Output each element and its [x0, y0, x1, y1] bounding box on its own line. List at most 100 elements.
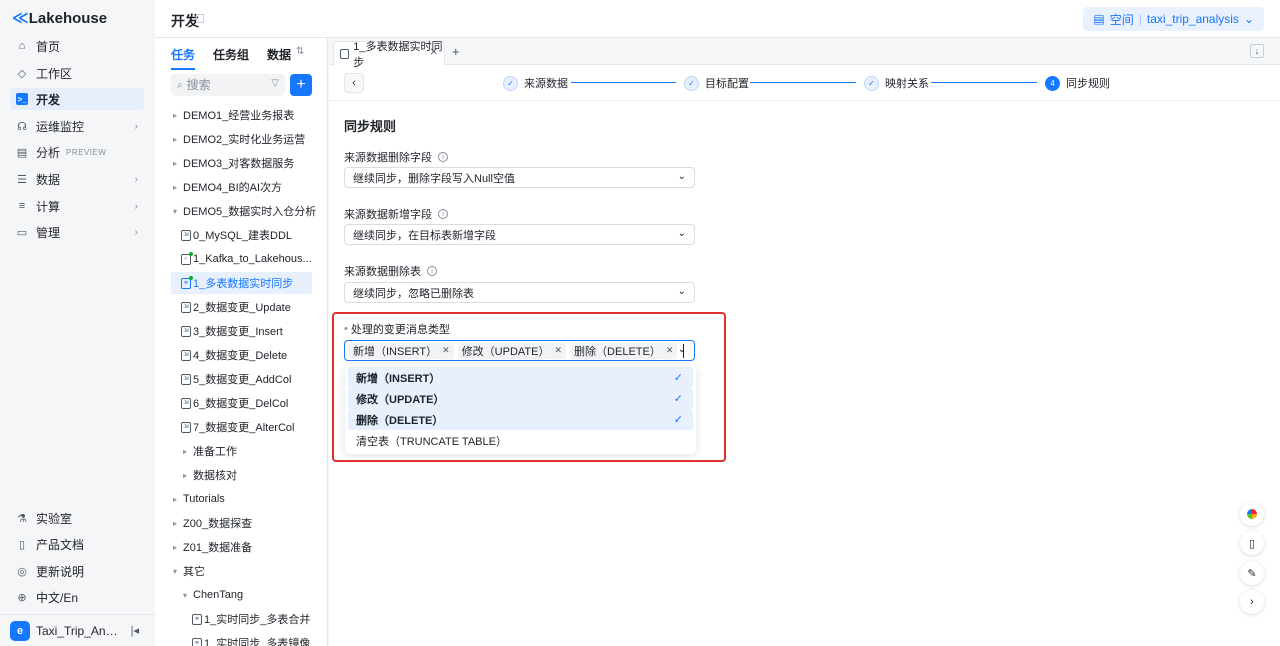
tree-folder-demo5[interactable]: ▾ DEMO5_数据实时入仓分析	[173, 200, 316, 222]
tree-file[interactable]: ✓ 1_Kafka_to_Lakehous...	[181, 248, 312, 270]
tree-folder-tutorials[interactable]: ▸ Tutorials	[173, 488, 225, 510]
main-editor: 1_多表数据实时同步 ✕ + ↓ ‹ ✓ 来源数据 ✓ 目标配置 ✓ 映射关系 …	[329, 38, 1280, 646]
close-icon[interactable]: ✕	[442, 345, 450, 356]
caret-right-icon: ▸	[173, 158, 178, 168]
step-sync-rules[interactable]: 4 同步规则	[1045, 75, 1110, 91]
multiselect-change-types[interactable]: 新增（INSERT） ✕ 修改（UPDATE） ✕ 删除（DELETE） ✕ ⌄	[344, 340, 695, 361]
sort-icon[interactable]: ⇅	[296, 46, 304, 57]
tree-folder-z01[interactable]: ▸ Z01_数据准备	[173, 536, 252, 558]
tab-tasks[interactable]: 任务	[171, 46, 196, 70]
nav-item-workspace[interactable]: ◇ 工作区	[10, 62, 144, 84]
tree-folder-demo2[interactable]: ▸ DEMO2_实时化业务运营	[173, 128, 305, 150]
select-deleted-table[interactable]: 继续同步，忽略已删除表 ⌄	[344, 282, 695, 303]
workspace-switcher[interactable]: e Taxi_Trip_Anal... |◂	[0, 614, 155, 646]
tag-insert: 新增（INSERT） ✕	[349, 342, 454, 359]
add-task-button[interactable]: +	[290, 74, 312, 96]
tree-folder-verify[interactable]: ▸ 数据核对	[183, 464, 237, 486]
tree-folder-demo4[interactable]: ▸ DEMO4_BI的AI次方	[173, 176, 282, 198]
info-icon[interactable]: i	[438, 209, 448, 219]
tree-row-label: 数据核对	[193, 470, 237, 482]
space-selector[interactable]: ▤ 空间 | taxi_trip_analysis ⌄	[1083, 7, 1264, 31]
nav-item-ops[interactable]: ☊ 运维监控 ›	[10, 115, 144, 137]
tree-file[interactable]: Jd 7_数据变更_AlterCol	[181, 416, 294, 438]
home-icon: ⌂	[18, 40, 26, 52]
search-input[interactable]	[186, 78, 257, 92]
file-tab[interactable]: 1_多表数据实时同步 ✕	[333, 41, 445, 69]
caret-right-icon: ▸	[183, 470, 188, 480]
terminal-icon: >_	[16, 93, 28, 105]
tree-file[interactable]: Jd 3_数据变更_Insert	[181, 320, 283, 342]
close-icon[interactable]: ✕	[666, 345, 674, 356]
tree-row-label: 6_数据变更_DelCol	[193, 398, 289, 410]
nav-item-compute[interactable]: ≡ 计算 ›	[10, 195, 144, 217]
tree-file[interactable]: Jd 6_数据变更_DelCol	[181, 392, 288, 414]
nav-item-lab[interactable]: ⚗ 实验室	[10, 507, 144, 529]
option-truncate[interactable]: 清空表（TRUNCATE TABLE）	[348, 430, 693, 451]
tab-data[interactable]: 数据	[267, 46, 291, 68]
collapse-sidebar-icon[interactable]: |◂	[131, 624, 139, 637]
sql-file-icon: Jd	[181, 349, 191, 361]
step-source-data[interactable]: ✓ 来源数据	[503, 75, 568, 91]
nav-item-home[interactable]: ⌂ 首页	[10, 35, 144, 57]
tag-label: 新增（INSERT）	[353, 345, 438, 358]
info-icon[interactable]: i	[427, 266, 437, 276]
close-icon[interactable]: ✕	[430, 47, 438, 58]
doc-icon[interactable]	[196, 14, 204, 23]
select-deleted-column[interactable]: 继续同步，删除字段写入Null空值 ⌄	[344, 167, 695, 188]
select-added-column[interactable]: 继续同步，在目标表新增字段 ⌄	[344, 224, 695, 245]
tag-label: 删除（DELETE）	[574, 345, 661, 358]
option-delete[interactable]: 删除（DELETE） ✓	[348, 409, 693, 430]
option-update[interactable]: 修改（UPDATE） ✓	[348, 388, 693, 409]
nav-item-label: 产品文档	[36, 537, 85, 552]
app-logo[interactable]: ≪ Lakehouse	[12, 9, 108, 28]
logo-text: Lakehouse	[28, 9, 108, 27]
ai-assistant-button[interactable]	[1240, 502, 1264, 526]
nav-item-language[interactable]: ⊕ 中文/En	[10, 586, 144, 608]
globe-icon: ⊕	[17, 591, 27, 604]
notes-button[interactable]: ✎	[1240, 561, 1264, 585]
tree-file[interactable]: Jd 4_数据变更_Delete	[181, 344, 287, 366]
cube-icon: ◇	[17, 67, 27, 80]
tree-folder-demo3[interactable]: ▸ DEMO3_对客数据服务	[173, 152, 294, 174]
option-insert[interactable]: 新增（INSERT） ✓	[348, 367, 693, 388]
tree-file[interactable]: ≣ 1_实时同步_多表镜像	[192, 632, 310, 646]
tree-file[interactable]: Jd 2_数据变更_Update	[181, 296, 291, 318]
check-icon: ✓	[673, 414, 683, 426]
tree-folder-z00[interactable]: ▸ Z00_数据探查	[173, 512, 252, 534]
step-target-config[interactable]: ✓ 目标配置	[684, 75, 749, 91]
info-icon[interactable]: i	[438, 152, 448, 162]
field-label: 来源数据删除表 i	[344, 263, 437, 279]
file-tab-bar: 1_多表数据实时同步 ✕ + ↓	[329, 38, 1280, 69]
tree-tabs: 任务 任务组 数据	[171, 46, 309, 70]
nav-item-label: 实验室	[36, 511, 73, 526]
nav-item-data[interactable]: ☰ 数据 ›	[10, 168, 144, 190]
nav-item-develop[interactable]: >_ 开发	[10, 88, 144, 110]
tree-folder-chentang[interactable]: ▾ ChenTang	[183, 584, 243, 606]
tree-file[interactable]: Jd 0_MySQL_建表DDL	[181, 224, 292, 246]
tab-task-groups[interactable]: 任务组	[213, 46, 249, 68]
tree-folder-demo1[interactable]: ▸ DEMO1_经营业务报表	[173, 104, 294, 126]
back-button[interactable]: ‹	[344, 73, 364, 93]
filter-icon[interactable]: ▽	[271, 78, 279, 89]
tree-folder-other[interactable]: ▾ 其它	[173, 560, 205, 582]
close-icon[interactable]: ✕	[555, 345, 563, 356]
tree-row-label: DEMO5_数据实时入仓分析	[183, 206, 317, 218]
chevron-right-icon: ›	[134, 200, 138, 212]
space-name: taxi_trip_analysis	[1146, 12, 1239, 26]
add-tab-icon[interactable]: +	[452, 44, 460, 59]
tree-file[interactable]: Jd 5_数据变更_AddCol	[181, 368, 291, 390]
nav-item-analysis[interactable]: ▤ 分析 PREVIEW	[10, 141, 144, 163]
space-icon: ▤	[1093, 12, 1105, 26]
download-icon[interactable]: ↓	[1250, 44, 1264, 58]
tree-file-selected[interactable]: ≣ 1_多表数据实时同步	[171, 272, 312, 294]
nav-item-docs[interactable]: ▯ 产品文档	[10, 533, 144, 555]
docs-button[interactable]: ▯	[1240, 531, 1264, 555]
nav-item-changelog[interactable]: ◎ 更新说明	[10, 560, 144, 582]
nav-item-label: 工作区	[36, 66, 73, 81]
tree-folder-prep[interactable]: ▸ 准备工作	[183, 440, 237, 462]
nav-item-manage[interactable]: ▭ 管理 ›	[10, 221, 144, 243]
step-mapping[interactable]: ✓ 映射关系	[864, 75, 929, 91]
tree-row-label: DEMO1_经营业务报表	[183, 110, 295, 122]
tree-file[interactable]: ≣ 1_实时同步_多表合并	[192, 608, 310, 630]
expand-button[interactable]: ›	[1240, 590, 1264, 614]
